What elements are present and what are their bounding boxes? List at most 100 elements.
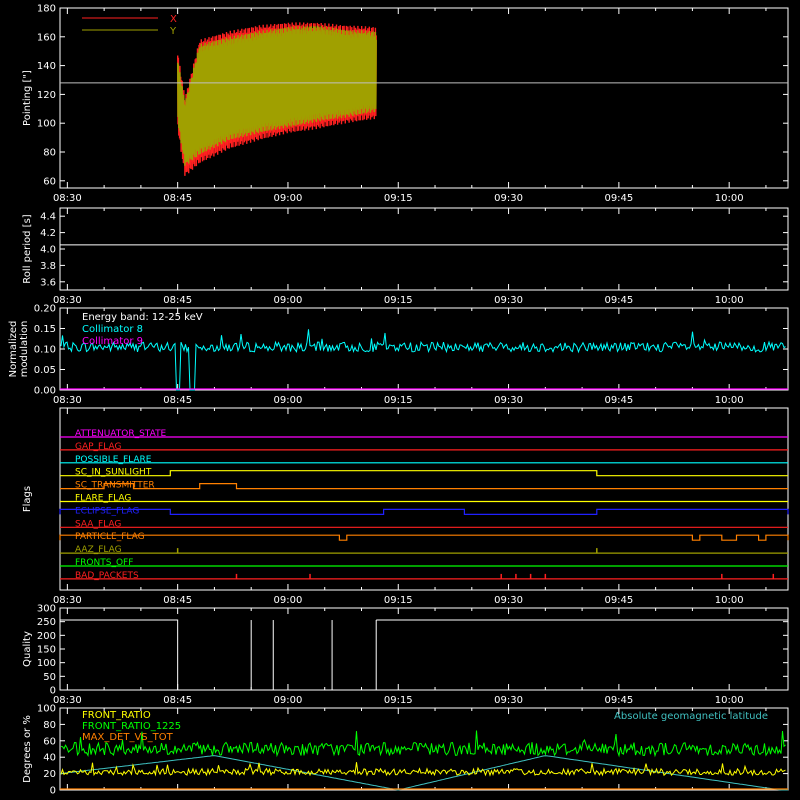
panel-2-xtick-label: 09:30: [494, 395, 523, 406]
panel-0-xtick-label: 10:00: [715, 193, 744, 204]
panel-1-ytick-label: 3.6: [40, 277, 56, 288]
panel-0-xtick-label: 09:30: [494, 193, 523, 204]
panel-1-ylabel: Roll period [s]: [22, 214, 33, 283]
panel-2-xtick-label: 08:45: [163, 395, 192, 406]
flag-line-sc_transmitter: [60, 483, 788, 490]
legend-front_ratio: FRONT_RATIO: [82, 710, 151, 721]
panel-0-xtick-label: 09:15: [384, 193, 413, 204]
panel-3-xtick-label: 09:30: [494, 595, 523, 606]
panel-5-ytick-label: 0: [50, 786, 56, 797]
panel-4-ytick-label: 300: [37, 604, 56, 615]
legend-max_det_vs_tot: MAX_DET_VS_TOT: [82, 732, 174, 743]
panel-3-xtick-label: 09:45: [604, 595, 633, 606]
quality-segment: [60, 619, 179, 690]
flag-label-eclipse_flag: ECLIPSE_FLAG: [75, 506, 139, 516]
panel-0-xtick-label: 08:45: [163, 193, 192, 204]
panel-4-ytick-label: 100: [37, 658, 56, 669]
panel-4-xtick-label: 09:00: [274, 695, 303, 706]
panel-3-ylabel: Flags: [22, 486, 33, 512]
legend-front_ratio_1225: FRONT_RATIO_1225: [82, 721, 181, 732]
panel-3-xtick-label: 09:15: [384, 595, 413, 606]
panel-1-xtick-label: 09:45: [604, 295, 633, 306]
panel-2-xtick-label: 09:00: [274, 395, 303, 406]
panel-1-xtick-label: 09:00: [274, 295, 303, 306]
panel-5-ytick-label: 40: [43, 753, 56, 764]
series-front-ratio: [60, 762, 786, 777]
modulation-series-collimator-8: [60, 329, 786, 391]
panel-4-ytick-label: 250: [37, 617, 56, 628]
panel-3-xtick-label: 08:30: [53, 595, 82, 606]
panel-0-ytick-label: 140: [37, 61, 56, 72]
panel-2-xtick-label: 10:00: [715, 395, 744, 406]
flag-label-sc_in_sunlight: SC_IN_SUNLIGHT: [75, 468, 152, 478]
panel-2-ylabel-0: Normalized: [8, 321, 19, 378]
panel-2-ytick-label: 0.20: [34, 304, 56, 315]
panel-2-xtick-label: 09:45: [604, 395, 633, 406]
flag-label-fronts_off: FRONTS_OFF: [75, 558, 133, 568]
flag-label-flare_flag: FLARE_FLAG: [75, 494, 131, 504]
panel-0-xtick-label: 08:30: [53, 193, 82, 204]
panel-0-ytick-label: 80: [43, 148, 56, 159]
modulation-annotation: Energy band: 12-25 keV: [82, 312, 203, 323]
legend-geomagnetic-latitude: Absolute geomagnetic latitude: [614, 711, 768, 722]
panel-4-xtick-label: 09:45: [604, 695, 633, 706]
panel-4-xtick-label: 09:30: [494, 695, 523, 706]
panel-0-ytick-label: 100: [37, 119, 56, 130]
panel-2-ytick-label: 0.10: [34, 345, 56, 356]
modulation-legend-1: Collimator 9: [82, 336, 143, 347]
panel-2-ytick-label: 0.15: [34, 324, 56, 335]
panel-2-ylabel-1: modulation: [19, 321, 30, 378]
pointing-legend-label-Y: Y: [169, 26, 177, 37]
flag-label-attenuator_state: ATTENUATOR_STATE: [75, 429, 167, 439]
panel-0-xtick-label: 09:45: [604, 193, 633, 204]
panel-0-ytick-label: 60: [43, 176, 56, 187]
panel-4-ytick-label: 150: [37, 645, 56, 656]
pointing-series-Y: [177, 25, 377, 166]
panel-1-ytick-label: 4.0: [40, 245, 56, 256]
panel-0-ytick-label: 160: [37, 32, 56, 43]
panel-0-ytick-label: 180: [37, 4, 56, 15]
flag-label-particle_flag: PARTICLE_FLAG: [75, 532, 145, 542]
panel-0-ytick-label: 120: [37, 90, 56, 101]
hessi-quicklook-plot: 60 80 100 120 140 160 180 08:30 08:45 09:00 09:15 0…: [0, 0, 800, 800]
panel-1-xtick-label: 09:15: [384, 295, 413, 306]
flag-line-eclipse_flag: [59, 508, 789, 515]
panel-5-ytick-label: 60: [43, 736, 56, 747]
flag-label-possible_flare: POSSIBLE_FLARE: [75, 455, 152, 465]
panel-2-xtick-label: 08:30: [53, 395, 82, 406]
panel-5-ytick-label: 20: [43, 769, 56, 780]
panel-1-ytick-label: 4.2: [40, 228, 56, 239]
panel-4-xtick-label: 10:00: [715, 695, 744, 706]
panel-0-xtick-label: 09:00: [274, 193, 303, 204]
panel-5-ytick-label: 100: [37, 704, 56, 715]
panel-1-ytick-label: 4.4: [40, 212, 56, 223]
quality-segment: [375, 619, 788, 690]
modulation-legend-0: Collimator 8: [82, 324, 143, 335]
panel-1-frame: [59, 207, 789, 291]
panel-0-ylabel: Pointing ["]: [22, 70, 33, 126]
panel-3-xtick-label: 09:00: [274, 595, 303, 606]
flag-label-gap_flag: GAP_FLAG: [75, 442, 121, 452]
panel-5-ytick-label: 80: [43, 720, 56, 731]
panel-4-xtick-label: 08:30: [53, 695, 82, 706]
pointing-legend-label-X: X: [170, 14, 177, 25]
panel-4-xtick-label: 08:45: [163, 695, 192, 706]
panel-1-xtick-label: 08:30: [53, 295, 82, 306]
panel-4-ytick-label: 200: [37, 631, 56, 642]
panel-4-xtick-label: 09:15: [384, 695, 413, 706]
flag-label-bad_packets: BAD_PACKETS: [75, 571, 139, 581]
panel-5-ylabel: Degrees or %: [22, 715, 33, 783]
panel-4-ylabel: Quality: [22, 631, 33, 667]
panel-2-xtick-label: 09:15: [384, 395, 413, 406]
flag-line-particle_flag: [59, 534, 789, 541]
panel-1-xtick-label: 10:00: [715, 295, 744, 306]
panel-1-ytick-label: 3.8: [40, 261, 56, 272]
panel-4-ytick-label: 50: [43, 672, 56, 683]
flag-label-sc_transmitter: SC_TRANSMITTER: [75, 481, 155, 491]
panel-3-xtick-label: 08:45: [163, 595, 192, 606]
panel-1-xtick-label: 09:30: [494, 295, 523, 306]
panel-3-frame: [59, 407, 789, 591]
panel-2-ytick-label: 0.05: [34, 365, 56, 376]
flag-label-aaz_flag: AAZ_FLAG: [75, 545, 122, 555]
flag-label-saa_flag: SAA_FLAG: [75, 519, 121, 529]
